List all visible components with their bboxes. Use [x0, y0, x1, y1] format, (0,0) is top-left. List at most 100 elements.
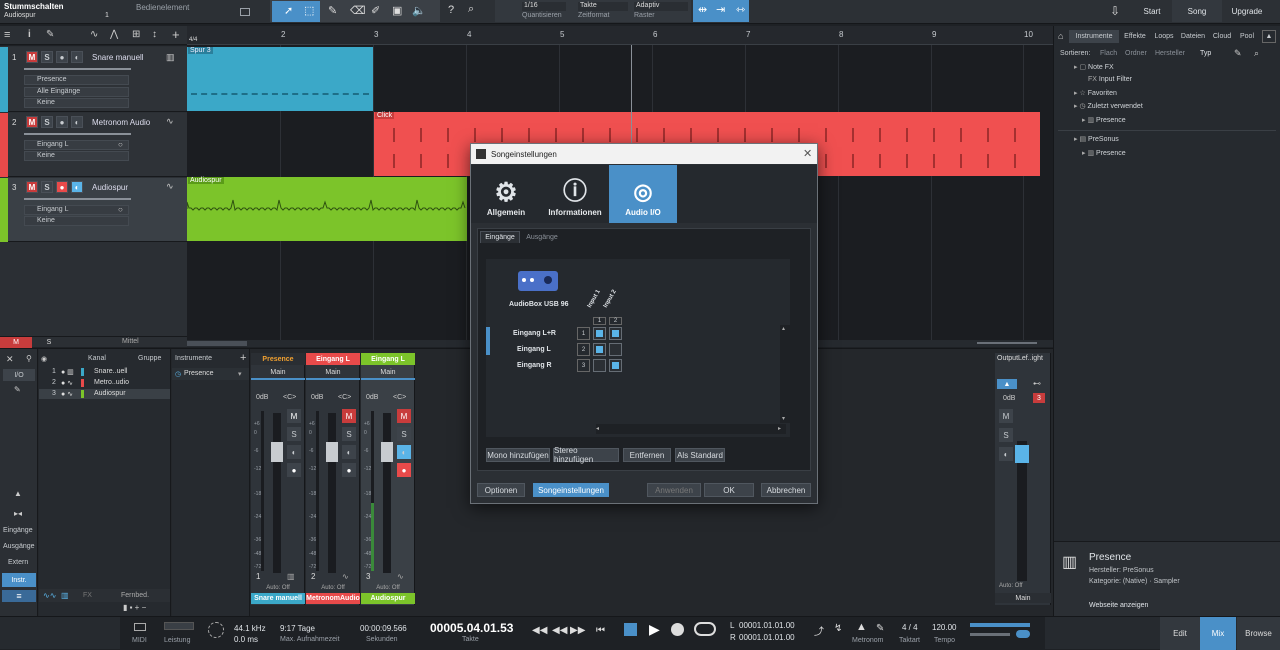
browser-scroll-up[interactable]: ▲: [1262, 30, 1276, 43]
forward-icon[interactable]: ▶▶: [570, 625, 585, 636]
collapse-icon[interactable]: ↕: [152, 29, 157, 40]
global-mute[interactable]: M: [0, 337, 32, 348]
channel-list-item[interactable]: 2 ● ∿ Metro..udio: [39, 378, 170, 388]
snap-toggle-icon[interactable]: ⇹: [698, 3, 707, 16]
precount-icon[interactable]: ↯: [834, 623, 842, 634]
strip-record[interactable]: ●: [397, 463, 411, 477]
monitor-button[interactable]: ◐: [71, 116, 83, 128]
snap-select[interactable]: Adaptiv: [634, 2, 688, 11]
output-mono-button[interactable]: ▲: [997, 379, 1017, 389]
close-icon[interactable]: ✕: [6, 354, 14, 365]
monitor-button[interactable]: ◐: [71, 181, 83, 193]
cursor-follow-icon[interactable]: ⇿: [736, 3, 745, 16]
tree-item[interactable]: ▸ ▢ Note FX: [1074, 63, 1114, 71]
strip-solo[interactable]: S: [397, 427, 411, 441]
strip-fader-handle[interactable]: [326, 442, 338, 462]
help-icon[interactable]: ?: [448, 4, 454, 16]
tab-effekte[interactable]: Effekte: [1120, 30, 1150, 43]
output-select[interactable]: Keine: [24, 98, 129, 108]
nav-ausgaenge[interactable]: Ausgänge: [3, 543, 35, 550]
tree-item[interactable]: ▸ ◷ Zuletzt verwendet: [1074, 102, 1143, 110]
instrument-item[interactable]: ◷ Presence ▾: [172, 368, 249, 380]
volume-slider[interactable]: [24, 68, 131, 70]
snap-grid-icon[interactable]: ⇥: [716, 3, 725, 16]
strip-auto[interactable]: Auto: Off: [306, 583, 360, 592]
start-button[interactable]: Start: [1134, 0, 1170, 22]
wrench-icon[interactable]: ✎: [14, 385, 21, 394]
strip-input[interactable]: Eingang L: [361, 353, 415, 365]
record-button[interactable]: ●: [56, 116, 68, 128]
stop-button[interactable]: [624, 623, 637, 636]
timeformat-select[interactable]: Takte: [578, 2, 628, 11]
edit-button[interactable]: Edit: [1160, 617, 1200, 650]
quantize-select[interactable]: 1/16: [522, 2, 566, 11]
channel-list-item[interactable]: 1 ● ▥ Snare..uell: [39, 367, 170, 377]
inspector-icon[interactable]: i: [28, 29, 31, 40]
strip-solo[interactable]: S: [287, 427, 301, 441]
monitor-toggle[interactable]: [1016, 630, 1030, 638]
strip-output[interactable]: Main: [251, 367, 305, 377]
strip-input[interactable]: Eingang L: [306, 353, 360, 365]
solo-button[interactable]: S: [41, 116, 53, 128]
mute-button[interactable]: M: [26, 181, 38, 193]
strip-record[interactable]: ●: [342, 463, 356, 477]
expand-icon[interactable]: ▲: [14, 489, 22, 498]
env-icon[interactable]: ⋀: [110, 29, 118, 40]
automation-icon[interactable]: ∿: [90, 29, 98, 40]
output-auto[interactable]: Auto: Off: [999, 583, 1023, 589]
zoom-select[interactable]: Mittel: [122, 338, 139, 345]
track-row[interactable]: 3 M S ● ◐ Audiospur ∿ Eingang L ○ Keine: [0, 178, 187, 242]
record-button[interactable]: [671, 623, 684, 636]
output-solo[interactable]: S: [999, 428, 1013, 442]
tree-item[interactable]: ▸ ▥ Presence: [1082, 116, 1126, 124]
zoom-slider[interactable]: [977, 342, 1037, 344]
input-select[interactable]: Eingang L: [24, 140, 129, 150]
strip-output[interactable]: Main: [361, 367, 415, 377]
loop-button[interactable]: [694, 622, 716, 636]
matrix-cell[interactable]: [593, 327, 606, 340]
song-button[interactable]: Song: [1172, 0, 1222, 22]
close-icon[interactable]: ✕: [803, 147, 812, 160]
collapse-icon[interactable]: ▸◂: [14, 509, 22, 518]
track-name[interactable]: Audiospur: [92, 183, 128, 192]
tree-item[interactable]: ▸ ☆ Favoriten: [1074, 89, 1117, 97]
matrix-cell[interactable]: [593, 359, 606, 372]
channel-list-item[interactable]: 3 ● ∿ Audiospur: [39, 389, 170, 399]
metronome-icon[interactable]: ▲: [856, 621, 867, 633]
paint-tool-icon[interactable]: ✐: [371, 4, 380, 17]
mute-button[interactable]: M: [26, 116, 38, 128]
range-tool-icon[interactable]: ⬚: [304, 4, 314, 17]
strip-mute[interactable]: M: [342, 409, 356, 423]
strip-fader-track[interactable]: [328, 413, 336, 573]
strip-fader-track[interactable]: [383, 413, 391, 573]
strip-fader-handle[interactable]: [381, 442, 393, 462]
strip-input[interactable]: Presence: [251, 353, 305, 365]
track-row[interactable]: 2 M S ● ◐ Metronom Audio ∿ Eingang L ○ K…: [0, 113, 187, 177]
tab-allgemein[interactable]: ⚙ Allgemein: [473, 165, 539, 223]
menu-icon[interactable]: ≡: [2, 590, 36, 602]
monitor-button[interactable]: ◐: [71, 51, 83, 63]
set-default-button[interactable]: Als Standard: [675, 448, 725, 462]
link-toggle-icon[interactable]: ⊷: [1033, 379, 1041, 388]
tab-pool[interactable]: Pool: [1236, 30, 1258, 43]
nav-instr[interactable]: Instr.: [2, 573, 36, 587]
apply-button[interactable]: Anwenden: [647, 483, 701, 497]
volume-slider[interactable]: [24, 133, 131, 135]
matrix-cell[interactable]: [609, 343, 622, 356]
listen-tool-icon[interactable]: 🔈: [412, 4, 426, 17]
tab-audio-io[interactable]: ◎ Audio I/O: [609, 165, 677, 223]
sort-ordner[interactable]: Ordner: [1125, 50, 1147, 57]
strip-monitor[interactable]: ◐: [342, 445, 356, 459]
plugin-website-link[interactable]: Webseite anzeigen: [1089, 602, 1148, 609]
pin-icon[interactable]: ⚲: [26, 354, 32, 363]
tab-loops[interactable]: Loops: [1151, 30, 1177, 43]
pencil-tool-icon[interactable]: ✎: [328, 4, 337, 17]
tab-informationen[interactable]: ⓘ Informationen: [541, 165, 609, 223]
input-select[interactable]: Alle Eingänge: [24, 87, 129, 97]
solo-button[interactable]: S: [41, 51, 53, 63]
timesig-display[interactable]: 4 / 4: [902, 623, 918, 632]
link-icon[interactable]: ○: [118, 205, 123, 214]
export-icon[interactable]: ⇩: [1110, 4, 1120, 18]
play-button[interactable]: ▶: [649, 621, 660, 638]
options-button[interactable]: Optionen: [477, 483, 525, 497]
